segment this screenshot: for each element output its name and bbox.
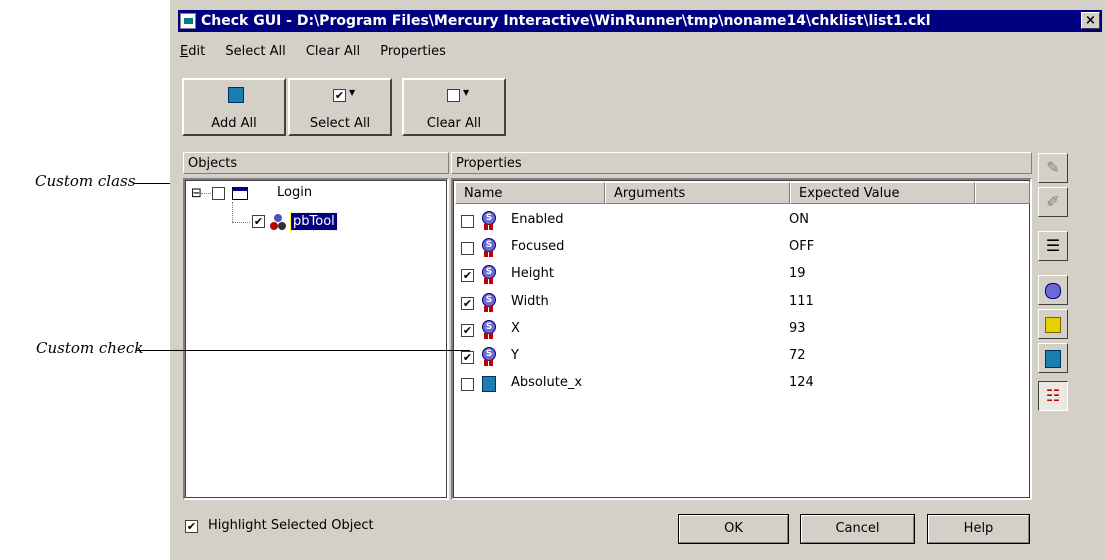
check-gui-dialog: Check GUI - D:\Program Files\Mercury Int… xyxy=(170,0,1105,560)
seal-icon: S xyxy=(481,265,497,285)
cancel-label: Cancel xyxy=(835,521,880,536)
help-label: Help xyxy=(963,521,994,536)
property-name: Height xyxy=(511,266,554,282)
tree-dotted-line xyxy=(201,193,211,194)
property-checkbox[interactable] xyxy=(461,215,474,228)
login-checkbox[interactable] xyxy=(212,187,225,200)
objects-tree[interactable]: ⊟ Login ✔ pbTool xyxy=(183,178,449,500)
edit-note-icon: ✎ xyxy=(1046,158,1060,177)
property-row[interactable]: ✔ S Y 72 xyxy=(453,346,973,373)
property-expected-value: 111 xyxy=(789,293,814,309)
hierarchy-icon xyxy=(1045,316,1061,333)
menu-edit-label: dit xyxy=(188,44,206,59)
property-checkbox[interactable] xyxy=(461,378,474,392)
property-expected-value: ON xyxy=(789,212,809,227)
property-checkbox[interactable]: ✔ xyxy=(461,296,474,310)
dropdown-arrow-icon: ▼ xyxy=(349,88,356,97)
highlight-label[interactable]: Highlight Selected Object xyxy=(208,518,374,533)
column-header-filler xyxy=(975,182,1030,204)
checkbox-checked-icon: ✔ xyxy=(333,89,346,102)
tree-dotted-line xyxy=(232,222,250,223)
property-checkbox[interactable]: ✔ xyxy=(461,323,474,337)
objects-header: Objects xyxy=(183,152,449,174)
edit-note-button[interactable]: ✎ xyxy=(1038,153,1068,183)
property-expected-value: 93 xyxy=(789,320,806,336)
property-expected-value: OFF xyxy=(789,239,815,255)
seal-icon: S xyxy=(481,319,497,340)
property-row[interactable]: S Focused OFF xyxy=(453,237,973,264)
menu-select-all[interactable]: Select All xyxy=(225,44,285,59)
ok-label: OK xyxy=(724,521,743,536)
checkbox-empty-icon xyxy=(447,89,460,102)
callout-custom-class: Custom class xyxy=(35,172,136,190)
column-header-expected-value[interactable]: Expected Value xyxy=(790,182,975,204)
properties-header: Properties xyxy=(451,152,1032,174)
property-name: Absolute_x xyxy=(511,375,583,391)
list-detail-button[interactable]: ☷ xyxy=(1038,381,1068,411)
property-checkbox[interactable]: ✔ xyxy=(461,269,474,283)
seal-icon: S xyxy=(481,211,497,231)
properties-list[interactable]: Name Arguments Expected Value S Enabled ON… xyxy=(451,178,1032,500)
property-row[interactable]: ✔ S X 93 xyxy=(453,319,973,346)
property-expected-value: 19 xyxy=(789,266,806,282)
seal-icon: S xyxy=(481,347,497,367)
column-header-name[interactable]: Name xyxy=(455,182,605,204)
property-checkbox[interactable] xyxy=(461,242,474,256)
checklist-button[interactable]: ☰ xyxy=(1038,231,1068,261)
ok-button[interactable]: OK xyxy=(678,514,789,544)
property-name: Enabled xyxy=(511,212,564,227)
menu-edit[interactable]: Edit xyxy=(180,44,205,59)
tree-dotted-line xyxy=(232,202,233,222)
menu-properties[interactable]: Properties xyxy=(380,44,446,59)
property-name: Focused xyxy=(511,239,565,255)
cube-icon xyxy=(1045,349,1061,368)
menu-clear-all[interactable]: Clear All xyxy=(306,44,360,59)
property-name: X xyxy=(511,320,520,336)
edit-args-button[interactable]: ✐ xyxy=(1038,187,1068,217)
cube-icon xyxy=(481,374,497,394)
callout-custom-check: Custom check xyxy=(36,339,144,357)
add-all-icon xyxy=(228,87,244,103)
tree-item-login[interactable]: Login xyxy=(277,185,312,200)
window-title: Check GUI - D:\Program Files\Mercury Int… xyxy=(201,13,931,29)
property-row[interactable]: ✔ S Width 111 xyxy=(453,292,973,319)
property-name: Y xyxy=(511,348,519,363)
property-expected-value: 72 xyxy=(789,348,806,363)
add-all-button[interactable]: Add All xyxy=(182,78,286,136)
custom-object-icon xyxy=(270,214,286,230)
clear-all-label: Clear All xyxy=(426,116,482,131)
seal-icon: S xyxy=(481,238,497,258)
pbtool-checkbox[interactable]: ✔ xyxy=(252,215,265,228)
column-header-arguments[interactable]: Arguments xyxy=(605,182,790,204)
close-button[interactable]: × xyxy=(1081,12,1100,29)
highlight-checkbox[interactable]: ✔ xyxy=(185,520,198,533)
property-row[interactable]: S Enabled ON xyxy=(453,210,973,237)
callout-custom-check-leader xyxy=(136,350,470,351)
property-name: Width xyxy=(511,293,549,309)
seal-icon xyxy=(1045,282,1061,299)
property-row[interactable]: Absolute_x 124 xyxy=(453,373,973,400)
list-detail-icon: ☷ xyxy=(1045,386,1061,405)
tree-item-pbtool[interactable]: pbTool xyxy=(290,212,338,231)
dropdown-arrow-icon: ▼ xyxy=(463,88,470,97)
window-icon xyxy=(232,187,248,200)
select-all-label: Select All xyxy=(309,116,371,131)
app-icon xyxy=(180,13,196,29)
clear-all-button[interactable]: ▼ Clear All xyxy=(402,78,506,136)
add-all-label: Add All xyxy=(211,116,257,131)
hierarchy-button[interactable] xyxy=(1038,309,1068,339)
cancel-button[interactable]: Cancel xyxy=(800,514,915,544)
menu-bar: Edit Select All Clear All Properties xyxy=(180,44,462,59)
help-button[interactable]: Help xyxy=(927,514,1030,544)
seal-icon: S xyxy=(481,292,497,313)
custom-properties-button[interactable] xyxy=(1038,343,1068,373)
edit-args-icon: ✐ xyxy=(1046,192,1060,211)
select-all-button[interactable]: ✔ ▼ Select All xyxy=(288,78,392,136)
property-row[interactable]: ✔ S Height 19 xyxy=(453,264,973,291)
show-properties-button[interactable] xyxy=(1038,275,1068,305)
checklist-icon: ☰ xyxy=(1045,236,1061,255)
title-bar[interactable]: Check GUI - D:\Program Files\Mercury Int… xyxy=(178,10,1102,32)
property-checkbox[interactable]: ✔ xyxy=(461,351,474,364)
property-expected-value: 124 xyxy=(789,375,814,391)
